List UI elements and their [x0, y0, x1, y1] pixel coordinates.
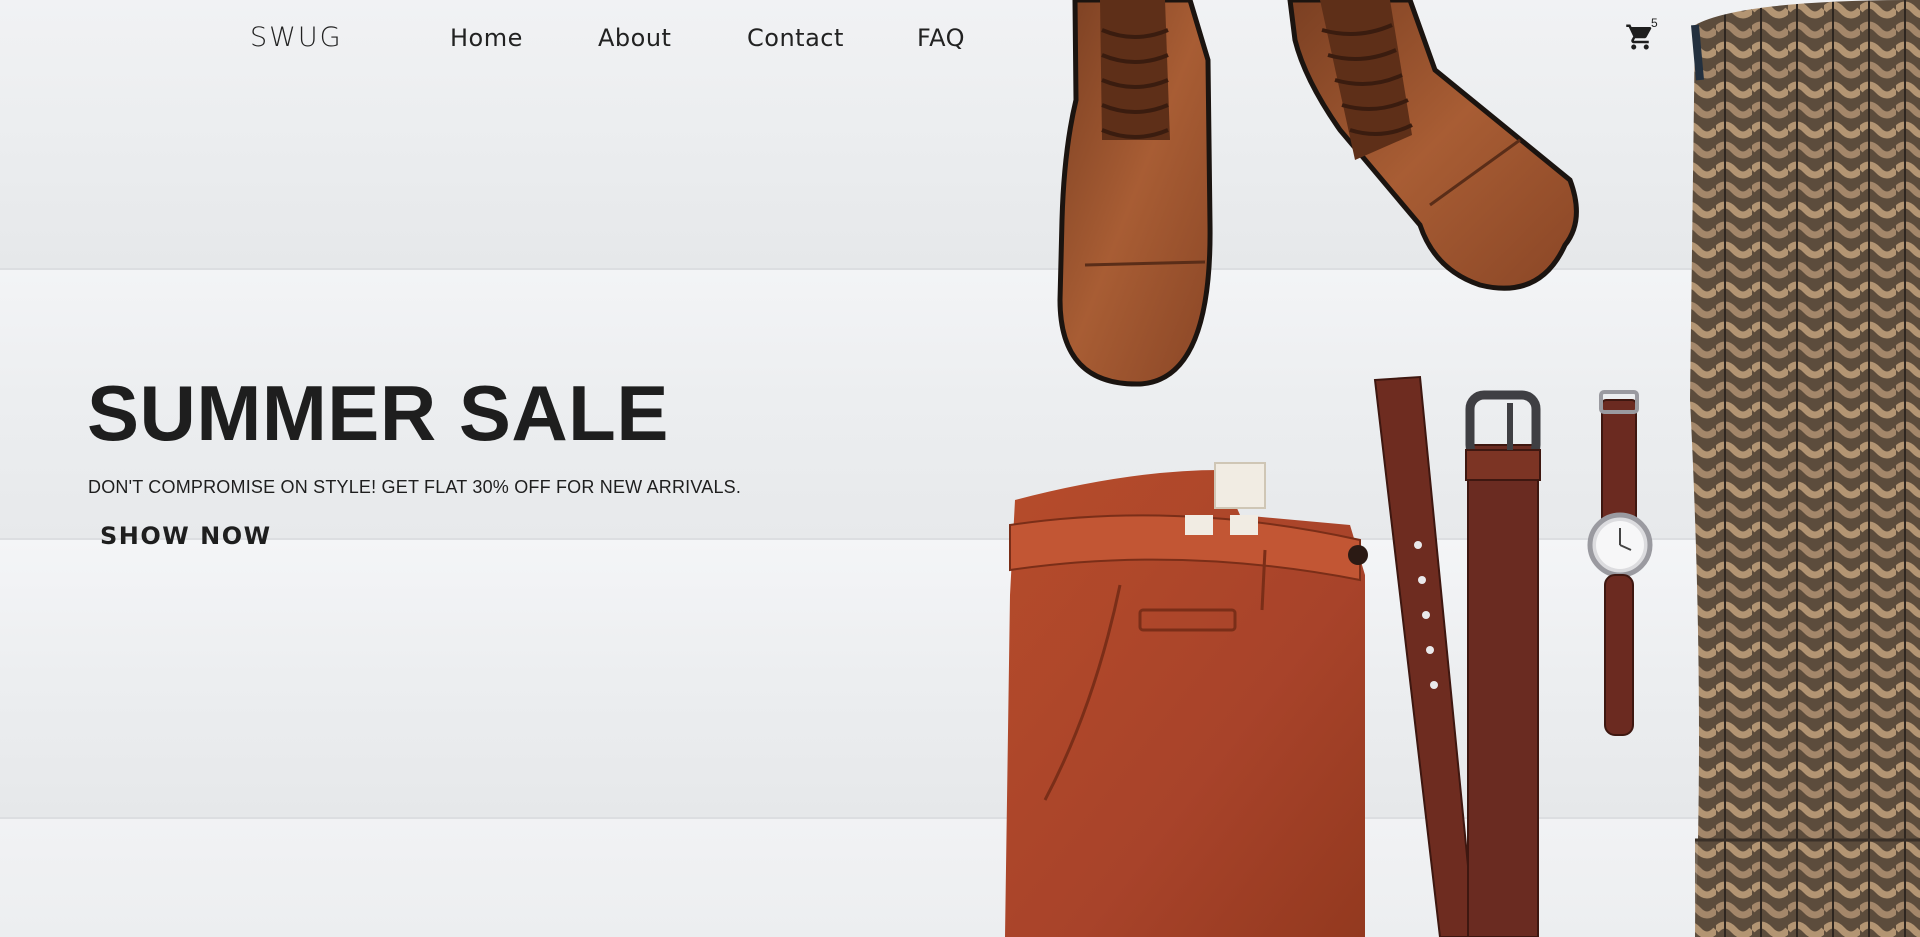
pants-image — [1000, 455, 1370, 937]
sweater-image — [1680, 0, 1920, 937]
nav-about[interactable]: About — [598, 24, 671, 52]
show-now-button[interactable]: SHOW NOW — [100, 522, 272, 550]
nav-contact[interactable]: Contact — [747, 24, 844, 52]
floor-line — [0, 817, 1920, 819]
boots-image — [1040, 0, 1600, 400]
belt-image — [1370, 375, 1560, 937]
hero-subtitle: DON'T COMPROMISE ON STYLE! GET FLAT 30% … — [88, 477, 742, 497]
floor-line — [0, 268, 1920, 270]
nav-faq[interactable]: FAQ — [917, 24, 965, 52]
site-logo[interactable]: SWUG — [250, 22, 343, 53]
watch-image — [1585, 390, 1655, 740]
nav-home[interactable]: Home — [450, 24, 523, 52]
hero-title: SUMMER SALE — [87, 369, 669, 457]
navbar: SWUG Home About Contact FAQ 5 — [0, 0, 1920, 80]
cart-count-badge: 5 — [1651, 16, 1658, 30]
